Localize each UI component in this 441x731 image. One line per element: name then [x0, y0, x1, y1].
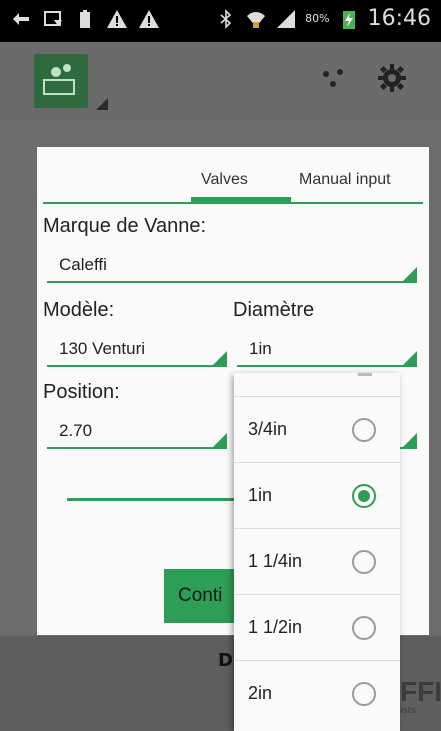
diameter-value: 1in [249, 339, 272, 358]
brand-value: Caleffi [59, 255, 107, 274]
status-bar: 80% 16:46 [0, 0, 441, 42]
status-notifications [10, 8, 160, 30]
battery-charging-icon [342, 10, 355, 29]
background-brand-sub: lists [398, 706, 416, 716]
tab-underline [43, 202, 423, 204]
dropdown-arrow-icon [213, 433, 227, 447]
position-spinner[interactable]: 2.70 [47, 415, 227, 449]
dropdown-option[interactable]: 1in [234, 463, 400, 529]
dropdown-option[interactable]: 1 1/2in [234, 595, 400, 661]
action-bar [0, 42, 441, 122]
tab-valves[interactable]: Valves [201, 171, 248, 189]
screen-icon [44, 11, 62, 26]
diameter-label: Diamètre [233, 299, 315, 321]
radio-icon[interactable] [352, 682, 376, 706]
water-drops-icon[interactable] [318, 64, 348, 94]
diameter-spinner[interactable]: 1in [237, 333, 417, 367]
battery-small-icon [80, 10, 90, 28]
radio-icon[interactable] [352, 418, 376, 442]
dropdown-option[interactable]: 3/4in [234, 397, 400, 463]
option-label: 2in [248, 683, 273, 703]
battery-percent: 80% [305, 12, 330, 25]
position-value: 2.70 [59, 421, 93, 440]
dropdown-scroll-stub [234, 373, 400, 397]
model-label: Modèle: [43, 299, 115, 321]
scroll-indicator [358, 373, 372, 376]
dropdown-option[interactable]: 2in [234, 661, 400, 727]
brand-label: Marque de Vanne: [43, 215, 207, 237]
background-brand-logo: FFI [400, 676, 441, 707]
signal-icon [277, 9, 296, 28]
radio-icon[interactable] [352, 616, 376, 640]
option-label: 3/4in [248, 419, 288, 439]
position-slider-track[interactable] [67, 498, 247, 501]
dropdown-arrow-icon [213, 351, 227, 365]
tab-bar: Valves Manual input [37, 147, 429, 205]
wifi-icon [247, 11, 266, 28]
radio-icon[interactable] [352, 550, 376, 574]
warning-icon [139, 10, 159, 28]
dropdown-arrow-icon [403, 351, 417, 365]
option-label: 1 1/2in [248, 617, 303, 637]
dropdown-option[interactable]: 1 1/4in [234, 529, 400, 595]
usb-icon [13, 13, 29, 25]
app-logo-icon[interactable] [34, 54, 88, 108]
warning-icon [107, 10, 127, 28]
model-value: 130 Venturi [59, 339, 146, 358]
brand-spinner[interactable]: Caleffi [47, 249, 417, 283]
option-label: 1 1/4in [248, 551, 303, 571]
diameter-dropdown: 3/4in 1in 1 1/4in 1 1/2in 2in [234, 373, 400, 731]
gear-icon[interactable] [376, 62, 408, 94]
option-label: 1in [248, 485, 273, 505]
status-system: 80% 16:46 [215, 6, 431, 31]
position-label: Position: [43, 381, 120, 403]
bluetooth-icon [220, 8, 232, 29]
dropdown-arrow-icon [403, 267, 417, 281]
tab-manual-input[interactable]: Manual input [299, 171, 391, 189]
dropdown-arrow-icon [403, 433, 417, 447]
app-menu-indicator [96, 98, 108, 110]
clock: 16:46 [367, 6, 431, 31]
radio-selected-icon[interactable] [352, 484, 376, 508]
model-spinner[interactable]: 130 Venturi [47, 333, 227, 367]
